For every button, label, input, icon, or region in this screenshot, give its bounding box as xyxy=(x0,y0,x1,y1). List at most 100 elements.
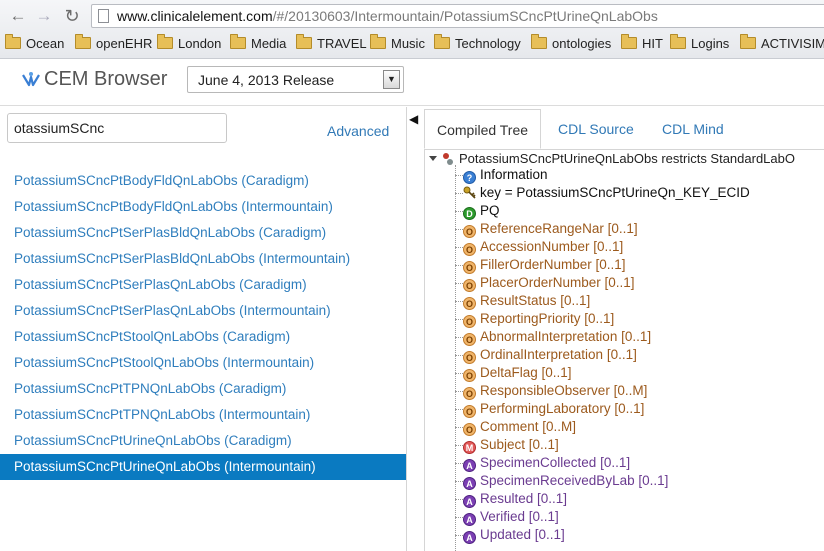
tree-node[interactable]: O OrdinalInterpretation [0..1] xyxy=(463,346,637,364)
tree-node-label: DeltaFlag [0..1] xyxy=(480,365,572,380)
bookmark-media[interactable]: Media xyxy=(230,34,286,54)
folder-icon xyxy=(740,34,756,49)
dropdown-arrow-icon[interactable]: ▼ xyxy=(383,70,400,89)
bookmark-activisim[interactable]: ACTIVISIM xyxy=(740,34,824,54)
release-select[interactable]: June 4, 2013 Release ▼ xyxy=(187,66,404,93)
optional-attribute-icon: O xyxy=(463,351,476,364)
result-item[interactable]: PotassiumSCncPtUrineQnLabObs (Intermount… xyxy=(0,454,406,480)
folder-icon xyxy=(531,34,547,49)
folder-icon xyxy=(75,34,91,49)
tree-connector xyxy=(455,499,463,500)
page-icon xyxy=(98,9,109,23)
tree-node[interactable]: O Comment [0..M] xyxy=(463,418,576,436)
tree-node[interactable]: A SpecimenReceivedByLab [0..1] xyxy=(463,472,668,490)
tree-node[interactable]: A Verified [0..1] xyxy=(463,508,559,526)
collapse-panel-icon[interactable]: ◀ xyxy=(409,112,418,126)
tree-node[interactable]: O PerformingLaboratory [0..1] xyxy=(463,400,644,418)
bookmark-logins[interactable]: Logins xyxy=(670,34,729,54)
tree-node-label: Comment [0..M] xyxy=(480,419,577,434)
result-item[interactable]: PotassiumSCncPtSerPlasQnLabObs (Caradigm… xyxy=(0,272,406,298)
result-item[interactable]: PotassiumSCncPtBodyFldQnLabObs (Intermou… xyxy=(0,194,406,220)
folder-icon xyxy=(230,34,246,49)
result-item[interactable]: PotassiumSCncPtStoolQnLabObs (Caradigm) xyxy=(0,324,406,350)
tree-node[interactable]: A Updated [0..1] xyxy=(463,526,565,544)
tree-node[interactable]: O AbnormalInterpretation [0..1] xyxy=(463,328,651,346)
bookmark-hit[interactable]: HIT xyxy=(621,34,663,54)
tree-node[interactable]: O PlacerOrderNumber [0..1] xyxy=(463,274,635,292)
tree-node[interactable]: ? Information xyxy=(463,166,548,184)
address-bar[interactable]: www.clinicalelement.com/#/20130603/Inter… xyxy=(91,4,824,28)
cem-logo-icon xyxy=(22,72,40,87)
optional-attribute-icon: O xyxy=(463,333,476,346)
result-item[interactable]: PotassiumSCncPtTPNQnLabObs (Caradigm) xyxy=(0,376,406,402)
folder-icon xyxy=(5,34,21,49)
tree-node-label: OrdinalInterpretation [0..1] xyxy=(480,347,637,362)
tree-node[interactable]: M Subject [0..1] xyxy=(463,436,559,454)
tree-node-label: SpecimenReceivedByLab [0..1] xyxy=(480,473,669,488)
optional-attribute-icon: O xyxy=(463,261,476,274)
url-domain: www.clinicalelement.com xyxy=(117,8,273,24)
bookmark-london[interactable]: London xyxy=(157,34,221,54)
tree-node-label: PerformingLaboratory [0..1] xyxy=(480,401,645,416)
bookmark-technology[interactable]: Technology xyxy=(434,34,521,54)
tree-connector xyxy=(455,517,463,518)
tree-connector xyxy=(455,211,463,212)
folder-icon xyxy=(434,34,450,49)
app-title: CEM Browser xyxy=(44,68,168,90)
result-item[interactable]: PotassiumSCncPtSerPlasBldQnLabObs (Carad… xyxy=(0,220,406,246)
tree-node[interactable]: A SpecimenCollected [0..1] xyxy=(463,454,630,472)
tree-connector xyxy=(455,337,463,338)
forward-button[interactable]: → xyxy=(32,4,56,28)
key-icon xyxy=(463,186,476,199)
result-item[interactable]: PotassiumSCncPtTPNQnLabObs (Intermountai… xyxy=(0,402,406,428)
bookmark-music[interactable]: Music xyxy=(370,34,425,54)
tree-connector xyxy=(455,445,463,446)
tree-node[interactable]: O ReportingPriority [0..1] xyxy=(463,310,614,328)
advanced-search-link[interactable]: Advanced xyxy=(327,123,389,139)
bookmark-ontologies[interactable]: ontologies xyxy=(531,34,611,54)
result-item[interactable]: PotassiumSCncPtSerPlasQnLabObs (Intermou… xyxy=(0,298,406,324)
bookmark-ocean[interactable]: Ocean xyxy=(5,34,64,54)
model-icon xyxy=(443,153,453,165)
tree-node[interactable]: O ResponsibleObserver [0..M] xyxy=(463,382,647,400)
left-panel: Advanced PotassiumSCncPtBodyFldQnLabObs … xyxy=(0,107,407,551)
tree-node-label: AbnormalInterpretation [0..1] xyxy=(480,329,652,344)
back-button[interactable]: ← xyxy=(6,4,30,28)
tree-node[interactable]: O ReferenceRangeNar [0..1] xyxy=(463,220,638,238)
association-attribute-icon: A xyxy=(463,477,476,490)
bookmark-label: ontologies xyxy=(552,36,612,51)
tab-cdl-source[interactable]: CDL Source xyxy=(558,109,634,149)
result-item[interactable]: PotassiumSCncPtStoolQnLabObs (Intermount… xyxy=(0,350,406,376)
association-attribute-icon: A xyxy=(463,459,476,472)
bookmark-label: Logins xyxy=(691,36,730,51)
result-item[interactable]: PotassiumSCncPtUrineQnLabObs (Caradigm) xyxy=(0,428,406,454)
folder-icon xyxy=(370,34,386,49)
tree-node[interactable]: D PQ xyxy=(463,202,500,220)
search-input[interactable] xyxy=(7,113,227,143)
tree-node[interactable]: A Resulted [0..1] xyxy=(463,490,567,508)
association-attribute-icon: A xyxy=(463,495,476,508)
expand-toggle-icon[interactable] xyxy=(429,156,437,161)
tree-connector xyxy=(455,283,463,284)
bookmark-label: ACTIVISIM xyxy=(761,36,824,51)
url-text[interactable]: www.clinicalelement.com/#/20130603/Inter… xyxy=(117,8,658,24)
reload-button[interactable]: ↻ xyxy=(60,4,84,28)
result-item[interactable]: PotassiumSCncPtBodyFldQnLabObs (Caradigm… xyxy=(0,168,406,194)
bookmark-travel[interactable]: TRAVEL xyxy=(296,34,367,54)
tree-node[interactable]: O DeltaFlag [0..1] xyxy=(463,364,572,382)
optional-attribute-icon: O xyxy=(463,243,476,256)
tree-node-label: SpecimenCollected [0..1] xyxy=(480,455,631,470)
tree-connector xyxy=(455,355,463,356)
tree-node[interactable]: O AccessionNumber [0..1] xyxy=(463,238,623,256)
bookmark-openehr[interactable]: openEHR xyxy=(75,34,152,54)
optional-attribute-icon: O xyxy=(463,225,476,238)
result-item[interactable]: PotassiumSCncPtSerPlasBldQnLabObs (Inter… xyxy=(0,246,406,272)
tree-connector xyxy=(455,265,463,266)
tab-compiled-tree[interactable]: Compiled Tree xyxy=(424,109,542,149)
tab-cdl-mind[interactable]: CDL Mind xyxy=(662,109,724,149)
bookmark-label: London xyxy=(178,36,222,51)
tree-node[interactable]: O FillerOrderNumber [0..1] xyxy=(463,256,626,274)
browser-chrome: ← → ↻ www.clinicalelement.com/#/20130603… xyxy=(0,0,824,59)
tree-node[interactable]: O ResultStatus [0..1] xyxy=(463,292,590,310)
tree-node[interactable]: key = PotassiumSCncPtUrineQn_KEY_ECID xyxy=(463,184,750,202)
